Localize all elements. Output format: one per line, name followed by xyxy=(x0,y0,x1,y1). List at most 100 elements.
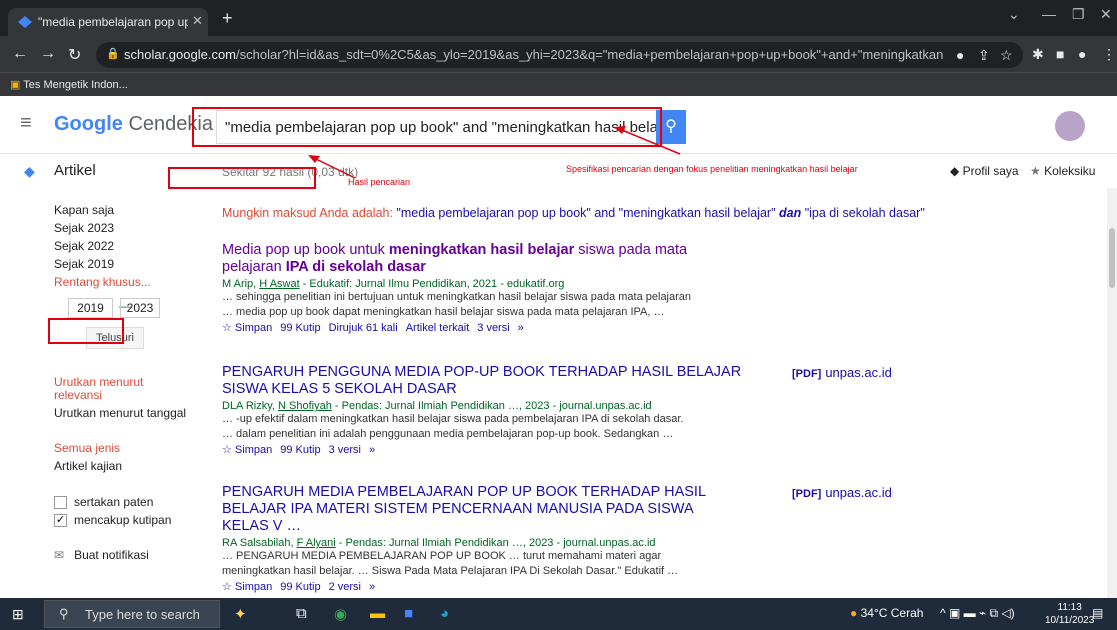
time-since-2022[interactable]: Sejak 2022 xyxy=(54,239,114,253)
new-tab-icon[interactable]: + xyxy=(222,8,233,29)
scholar-logo[interactable]: Google Cendekia xyxy=(54,113,213,136)
result-snippet: … sehingga penelitian ini bertujuan untu… xyxy=(222,291,692,303)
type-review[interactable]: Artikel kajian xyxy=(54,459,122,473)
logo-google: Google xyxy=(54,113,123,135)
meta-source: - Pendas: Jurnal Ilmiah Pendidikan …, 20… xyxy=(335,537,656,549)
scholar-favicon-icon xyxy=(18,16,32,28)
result-title[interactable]: Media pop up book untuk meningkatkan has… xyxy=(222,242,742,276)
result-snippet: … -up efektif dalam meningkatkan hasil b… xyxy=(222,413,684,425)
dym-prefix: Mungkin maksud Anda adalah: xyxy=(222,206,397,220)
save-button[interactable]: ☆ Simpan xyxy=(222,322,272,334)
search-icon: ⚲ xyxy=(59,606,69,621)
avatar[interactable] xyxy=(1055,111,1085,141)
meta-author-link[interactable]: F Alyani xyxy=(297,537,336,549)
related-link[interactable]: Artikel terkait xyxy=(406,322,470,334)
hamburger-menu-icon[interactable]: ≡ xyxy=(20,112,32,135)
sort-relevance[interactable]: Urutkan menurut relevansi xyxy=(54,376,174,402)
edge-icon[interactable]: ◕ xyxy=(440,605,449,622)
meta-author-link[interactable]: N Shofiyah xyxy=(278,400,332,412)
minimize-icon[interactable]: — xyxy=(1042,6,1056,22)
time-since-2023[interactable]: Sejak 2023 xyxy=(54,221,114,235)
include-citations-checkbox[interactable]: ✓ xyxy=(54,514,67,527)
versions-link[interactable]: 2 versi xyxy=(329,581,361,593)
share-icon[interactable]: ⇪ xyxy=(978,47,990,64)
task-view-icon[interactable]: ⧉ xyxy=(296,605,307,622)
create-alert[interactable]: ✉ Buat notifikasi xyxy=(54,548,149,562)
more-icon[interactable]: » xyxy=(518,322,524,334)
result-snippet: … PENGARUH MEDIA PEMBELAJARAN POP UP BOO… xyxy=(222,550,662,562)
result-title-part: meningkatkan hasil belajar xyxy=(388,242,575,258)
chrome-icon[interactable]: ◉ xyxy=(334,605,347,623)
clock[interactable]: 11:13 10/11/2023 xyxy=(1045,601,1094,627)
meta-author-link[interactable]: H Aswat xyxy=(259,278,299,290)
menu-icon[interactable]: ⋮ xyxy=(1102,46,1116,63)
windows-start-icon[interactable]: ⊞ xyxy=(12,606,24,623)
cite-button[interactable]: 99 Kutip xyxy=(280,322,320,334)
restore-icon[interactable]: ❐ xyxy=(1072,6,1085,23)
time-any[interactable]: Kapan saja xyxy=(54,203,114,217)
profile-link[interactable]: ◆ Profil saya xyxy=(950,164,1019,178)
file-explorer-icon[interactable]: ▬ xyxy=(370,605,385,622)
custom-range[interactable]: Rentang khusus... xyxy=(54,275,151,289)
sidepanel-icon[interactable]: ■ xyxy=(1056,46,1064,62)
year-to-input[interactable]: 2023 xyxy=(120,298,160,318)
lock-icon: 🔒 xyxy=(106,48,120,60)
more-icon[interactable]: » xyxy=(369,581,375,593)
bookmark-item[interactable]: ▣ Tes Mengetik Indon... xyxy=(10,78,128,91)
more-icon[interactable]: » xyxy=(369,444,375,456)
save-button[interactable]: ☆ Simpan xyxy=(222,581,272,593)
versions-link[interactable]: 3 versi xyxy=(477,322,509,334)
extensions-icon[interactable]: ✱ xyxy=(1032,46,1044,63)
window-close-icon[interactable]: ✕ xyxy=(1100,6,1112,23)
dym-suggestion[interactable]: "media pembelajaran pop up book" and "me… xyxy=(396,206,924,220)
taskbar-search-input[interactable]: ⚲ Type here to search xyxy=(44,600,220,628)
browser-tab[interactable]: "media pembelajaran pop up bo ✕ xyxy=(8,8,208,36)
type-all[interactable]: Semua jenis xyxy=(54,441,120,455)
meta-author: RA Salsabilah, xyxy=(222,537,297,549)
annotation-spesifikasi-label: Spesifikasi pencarian dengan fokus penel… xyxy=(566,164,858,174)
back-icon[interactable]: ← xyxy=(12,45,28,63)
scrollbar-thumb[interactable] xyxy=(1109,228,1115,288)
result-snippet: … dalam penelitian ini adalah penggunaan… xyxy=(222,428,674,440)
scrollbar[interactable] xyxy=(1107,188,1117,598)
widgets-icon[interactable]: ✦ xyxy=(234,605,247,623)
cite-button[interactable]: 99 Kutip xyxy=(280,444,320,456)
meta-source: - Pendas: Jurnal Ilmiah Pendidikan …, 20… xyxy=(331,400,652,412)
meet-icon[interactable]: ■ xyxy=(404,605,413,622)
versions-link[interactable]: 3 versi xyxy=(329,444,361,456)
notification-icon[interactable]: ▤ xyxy=(1092,606,1103,620)
time-since-2019[interactable]: Sejak 2019 xyxy=(54,257,114,271)
url-text: scholar.google.com/scholar?hl=id&as_sdt=… xyxy=(124,47,944,62)
url-host: scholar.google.com xyxy=(124,47,237,62)
sort-date[interactable]: Urutkan menurut tanggal xyxy=(54,406,186,420)
include-patents-label: sertakan paten xyxy=(74,495,154,509)
result-title[interactable]: PENGARUH PENGGUNA MEDIA POP-UP BOOK TERH… xyxy=(222,364,742,398)
browser-tab-bar: "media pembelajaran pop up bo ✕ + ⌄ — ❐ … xyxy=(0,0,1117,36)
include-citations-label: mencakup kutipan xyxy=(74,513,172,527)
cite-button[interactable]: 99 Kutip xyxy=(280,581,320,593)
weather-widget[interactable]: ● 34°C Cerah xyxy=(850,606,923,620)
result-title[interactable]: PENGARUH MEDIA PEMBELAJARAN POP UP BOOK … xyxy=(222,484,742,535)
pdf-link[interactable]: [PDF] unpas.ac.id xyxy=(792,485,892,500)
collection-link[interactable]: ★ Koleksiku xyxy=(1030,164,1095,178)
forward-icon[interactable]: → xyxy=(40,45,56,63)
bookmark-star-icon[interactable]: ☆ xyxy=(1000,47,1013,64)
pdf-host: unpas.ac.id xyxy=(825,365,892,380)
profile-icon[interactable]: ● xyxy=(1078,46,1086,62)
year-from-input[interactable]: 2019 xyxy=(68,298,113,318)
cited-by-link[interactable]: Dirujuk 61 kali xyxy=(329,322,398,334)
result-actions: ☆ Simpan 99 Kutip 2 versi » xyxy=(222,580,742,593)
tray-icons[interactable]: ^ ▣ ▬ ⌁ ⧉ ◁) xyxy=(940,606,1015,621)
google-lens-icon[interactable]: ● xyxy=(956,47,964,63)
tab-search-icon[interactable]: ⌄ xyxy=(1008,6,1020,23)
result-item: Media pop up book untuk meningkatkan has… xyxy=(222,242,742,334)
url-field[interactable]: 🔒 scholar.google.com/scholar?hl=id&as_sd… xyxy=(96,42,1023,68)
include-patents-checkbox[interactable] xyxy=(54,496,67,509)
save-button[interactable]: ☆ Simpan xyxy=(222,444,272,456)
tab-close-icon[interactable]: ✕ xyxy=(192,13,203,29)
reload-icon[interactable]: ↻ xyxy=(68,45,81,65)
section-label[interactable]: Artikel xyxy=(54,162,96,179)
pdf-link[interactable]: [PDF] unpas.ac.id xyxy=(792,365,892,380)
meta-source: - Edukatif: Jurnal Ilmu Pendidikan, 2021… xyxy=(299,278,565,290)
result-actions: ☆ Simpan 99 Kutip Dirujuk 61 kali Artikel t… xyxy=(222,321,742,334)
